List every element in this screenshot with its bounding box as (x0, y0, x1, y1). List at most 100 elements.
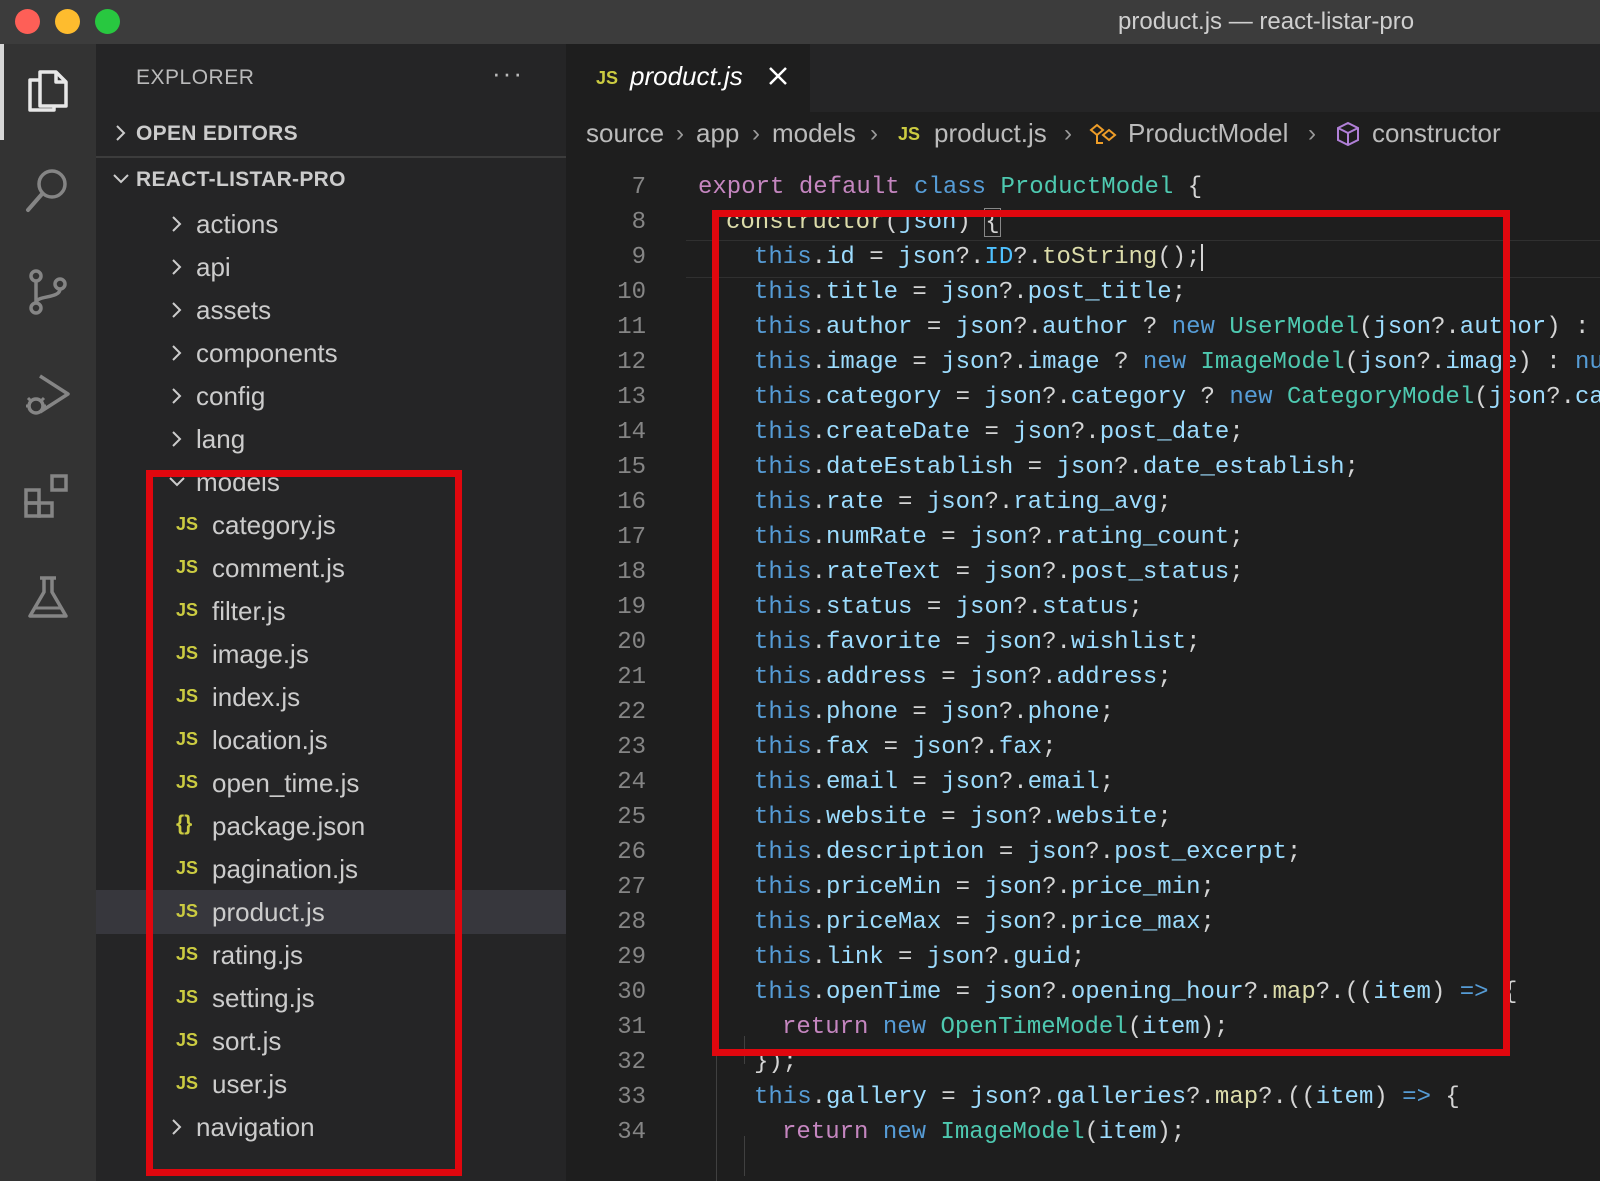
line-number: 27 (617, 874, 646, 901)
line-number: 25 (617, 804, 646, 831)
indent-guide (744, 1036, 745, 1064)
file-item[interactable]: JS user.js (96, 1062, 566, 1106)
file-name: product.js (212, 897, 325, 927)
testing-icon[interactable] (20, 570, 76, 626)
breadcrumb-item[interactable]: models (772, 118, 856, 149)
breadcrumb-item[interactable]: product.js (934, 118, 1047, 149)
chevron-right-icon: › (676, 120, 684, 147)
tab-label: product.js (630, 61, 743, 91)
source-control-icon[interactable] (20, 264, 76, 320)
search-icon[interactable] (20, 162, 76, 218)
file-item[interactable]: JS location.js (96, 718, 566, 762)
file-item[interactable]: JS rating.js (96, 933, 566, 977)
files-icon[interactable] (20, 62, 76, 118)
file-item[interactable]: JS filter.js (96, 589, 566, 633)
window-maximize-button[interactable] (95, 9, 120, 34)
js-file-icon: JS (176, 1073, 199, 1093)
file-name: index.js (212, 682, 301, 712)
line-number: 28 (617, 909, 646, 936)
chevron-right-icon (172, 302, 182, 318)
chevron-right-icon (172, 1119, 182, 1135)
folder-label: navigation (196, 1112, 315, 1142)
folder-components[interactable]: components (96, 331, 566, 375)
extensions-icon[interactable] (20, 468, 76, 524)
breadcrumb-item[interactable]: constructor (1372, 118, 1501, 149)
folder-models[interactable]: models (96, 460, 566, 504)
project-label: REACT-LISTAR-PRO (136, 168, 346, 191)
folder-assets[interactable]: assets (96, 288, 566, 332)
file-item[interactable]: JS category.js (96, 503, 566, 547)
close-icon[interactable] (764, 62, 792, 90)
file-item[interactable]: JS comment.js (96, 546, 566, 590)
chevron-right-icon (172, 431, 182, 447)
folder-label: config (196, 381, 266, 411)
breadcrumb: source › app › models › JS product.js › … (566, 112, 1600, 156)
more-actions-icon[interactable]: ··· (492, 58, 524, 89)
js-file-icon: JS (176, 600, 199, 620)
line-number: 22 (617, 699, 646, 726)
line-number: 17 (617, 524, 646, 551)
active-indicator (0, 44, 4, 140)
code-line: this.numRate = json?.rating_count; (754, 524, 1244, 551)
code-line: this.openTime = json?.opening_hour?.map?… (754, 979, 1518, 1006)
folder-api[interactable]: api (96, 245, 566, 289)
line-number: 7 (631, 174, 646, 201)
line-number: 14 (617, 419, 646, 446)
folder-actions[interactable]: actions (96, 202, 566, 246)
method-symbol-icon (1337, 121, 1359, 147)
line-number: 15 (617, 454, 646, 481)
code-line: this.rateText = json?.post_status; (754, 559, 1244, 586)
folder-navigation[interactable]: navigation (96, 1105, 566, 1149)
folder-label: api (196, 252, 231, 282)
code-editor[interactable]: 7 8 9 10 11 12 13 14 15 16 17 18 19 20 2… (566, 156, 1600, 1181)
title-bar: product.js — react-listar-pro (0, 0, 1600, 44)
file-item[interactable]: JS image.js (96, 632, 566, 676)
js-file-icon: JS (176, 987, 199, 1007)
breadcrumb-item[interactable]: app (696, 118, 739, 149)
file-item[interactable]: JS pagination.js (96, 847, 566, 891)
file-item[interactable]: {} package.json (96, 804, 566, 848)
file-item[interactable]: JS index.js (96, 675, 566, 719)
run-debug-icon[interactable] (20, 366, 76, 422)
js-file-icon: JS (176, 901, 199, 921)
file-name: user.js (212, 1069, 288, 1099)
file-name: category.js (212, 510, 336, 540)
line-number: 21 (617, 664, 646, 691)
folder-config[interactable]: config (96, 374, 566, 418)
indent-guide (716, 222, 717, 1181)
file-item-selected[interactable]: JS product.js (96, 890, 566, 934)
folder-label: assets (196, 295, 272, 325)
line-number: 13 (617, 384, 646, 411)
file-item[interactable]: JS sort.js (96, 1019, 566, 1063)
file-name: open_time.js (212, 768, 360, 798)
open-editors-section[interactable]: OPEN EDITORS (96, 112, 566, 156)
window-close-button[interactable] (15, 9, 40, 34)
code-line: this.phone = json?.phone; (754, 699, 1115, 726)
line-number: 34 (617, 1119, 646, 1146)
breadcrumb-item[interactable]: source (586, 118, 664, 149)
project-section[interactable]: REACT-LISTAR-PRO (96, 156, 566, 202)
file-item[interactable]: JS setting.js (96, 976, 566, 1020)
js-file-icon: JS (176, 643, 199, 663)
code-line: this.rate = json?.rating_avg; (754, 489, 1172, 516)
line-number: 29 (617, 944, 646, 971)
explorer-title: EXPLORER (136, 66, 255, 89)
chevron-right-icon: › (1064, 120, 1072, 147)
tab-product-js[interactable]: JS product.js (566, 44, 810, 112)
window-minimize-button[interactable] (55, 9, 80, 34)
chevron-right-icon (172, 216, 182, 232)
file-name: package.json (212, 811, 366, 841)
file-item[interactable]: JS open_time.js (96, 761, 566, 805)
line-number: 23 (617, 734, 646, 761)
code-line: this.status = json?.status; (754, 594, 1143, 621)
file-name: setting.js (212, 983, 315, 1013)
line-number: 18 (617, 559, 646, 586)
code-line: this.category = json?.category ? new Cat… (754, 384, 1600, 411)
js-file-icon: JS (176, 514, 199, 534)
activity-bar (0, 44, 96, 1181)
chevron-down-icon (113, 174, 129, 184)
json-file-icon: {} (176, 812, 193, 835)
code-line: this.title = json?.post_title; (754, 279, 1187, 306)
breadcrumb-item[interactable]: ProductModel (1128, 118, 1288, 149)
folder-lang[interactable]: lang (96, 417, 566, 461)
